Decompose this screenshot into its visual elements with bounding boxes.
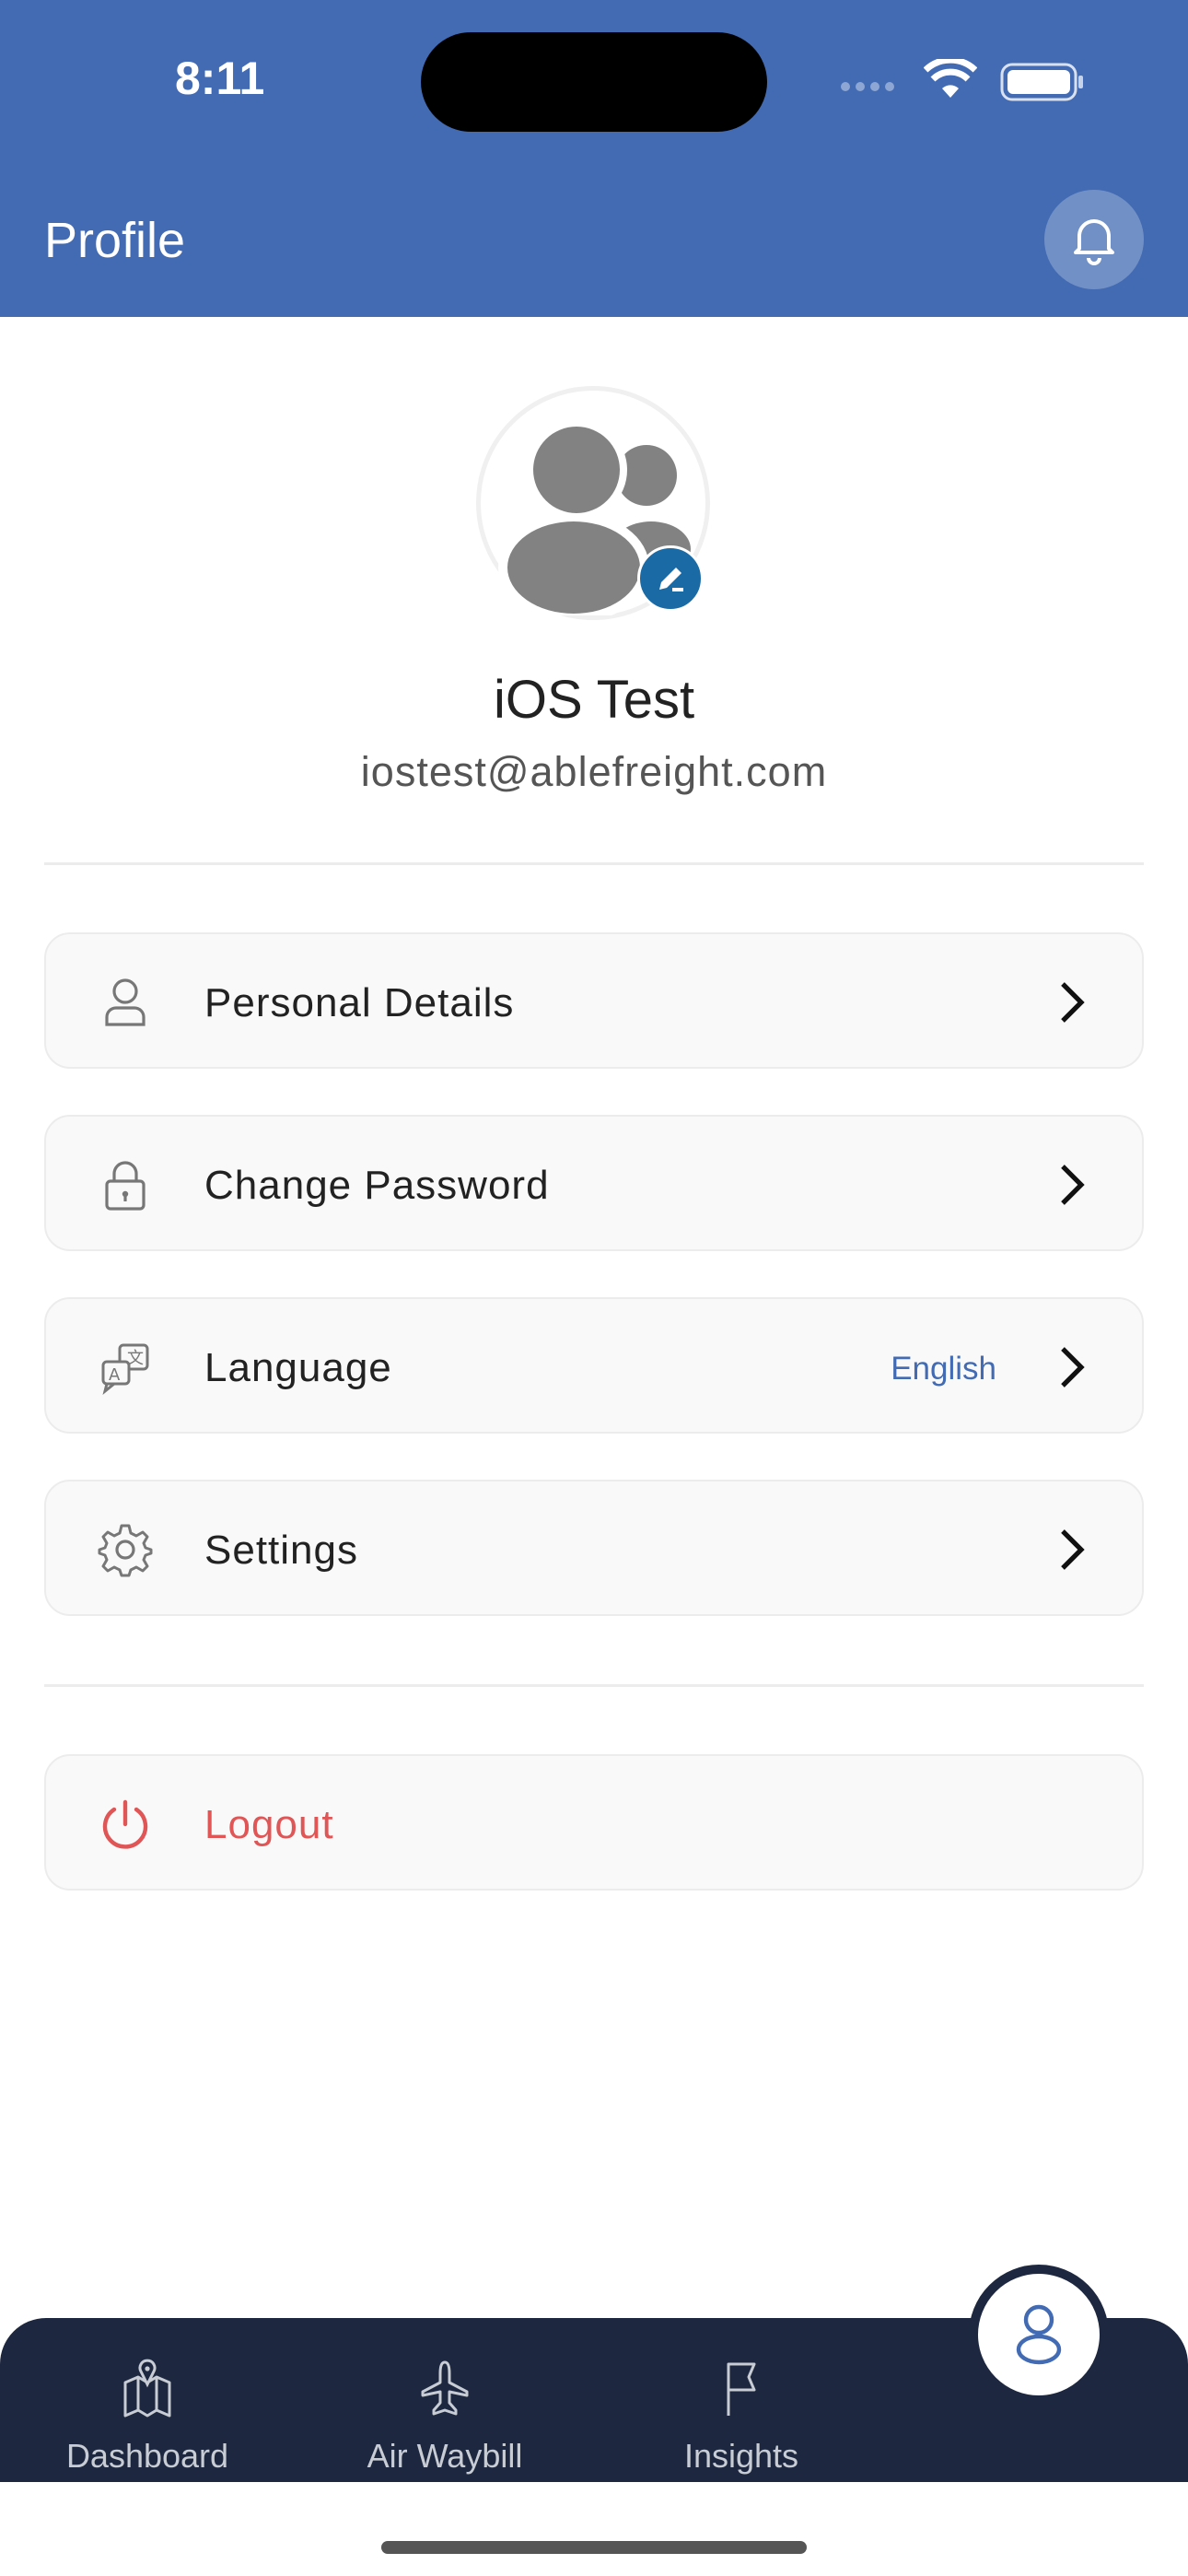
language-value: English	[891, 1351, 996, 1387]
svg-text:文: 文	[127, 1349, 144, 1368]
profile-name: iOS Test	[493, 670, 695, 730]
tab-profile[interactable]	[969, 2265, 1109, 2405]
menu-item-label: Personal Details	[204, 980, 515, 1025]
map-icon	[123, 2359, 171, 2418]
edit-avatar-button[interactable]	[637, 545, 704, 612]
menu-item-label: Settings	[204, 1528, 358, 1573]
logout-label: Logout	[204, 1802, 334, 1847]
chevron-right-icon	[1061, 1529, 1085, 1570]
tab-air-waybill[interactable]: Air Waybill	[325, 2359, 565, 2476]
menu-item-label: Change Password	[204, 1163, 550, 1208]
translate-icon: 文A	[101, 1343, 149, 1395]
chevron-right-icon	[1061, 1347, 1085, 1388]
tab-label: Air Waybill	[367, 2437, 523, 2475]
dynamic-island	[421, 32, 767, 132]
home-indicator	[381, 2541, 807, 2554]
signal-icon	[841, 82, 894, 91]
lock-icon	[105, 1161, 146, 1211]
user-icon	[1016, 2304, 1062, 2365]
menu-item-language[interactable]: 文A Language English	[44, 1297, 1144, 1434]
page-title: Profile	[44, 213, 186, 268]
svg-text:A: A	[109, 1365, 121, 1385]
chevron-right-icon	[1061, 982, 1085, 1023]
pencil-icon	[659, 568, 683, 591]
tab-insights[interactable]: Insights	[622, 2359, 861, 2476]
tab-dashboard[interactable]: Dashboard	[28, 2359, 267, 2476]
menu-item-label: Language	[204, 1345, 392, 1390]
user-icon	[105, 978, 146, 1026]
bell-icon	[1074, 219, 1114, 265]
logout-button[interactable]: Logout	[44, 1754, 1144, 1891]
battery-icon	[1000, 63, 1083, 101]
menu-item-personal-details[interactable]: Personal Details	[44, 932, 1144, 1069]
divider	[44, 862, 1144, 865]
menu-item-settings[interactable]: Settings	[44, 1480, 1144, 1616]
gear-icon	[98, 1524, 153, 1577]
profile-email: iostest@ablefreight.com	[360, 748, 828, 795]
flag-icon	[727, 2362, 756, 2416]
divider	[44, 1684, 1144, 1687]
tab-label: Insights	[683, 2437, 799, 2475]
tab-label: Dashboard	[65, 2437, 229, 2475]
menu-item-change-password[interactable]: Change Password	[44, 1115, 1144, 1251]
airplane-icon	[421, 2360, 469, 2416]
power-icon	[102, 1799, 148, 1849]
chevron-right-icon	[1061, 1165, 1085, 1205]
status-time: 8:11	[175, 53, 265, 104]
notifications-button[interactable]	[1044, 190, 1144, 289]
wifi-icon	[924, 59, 977, 98]
